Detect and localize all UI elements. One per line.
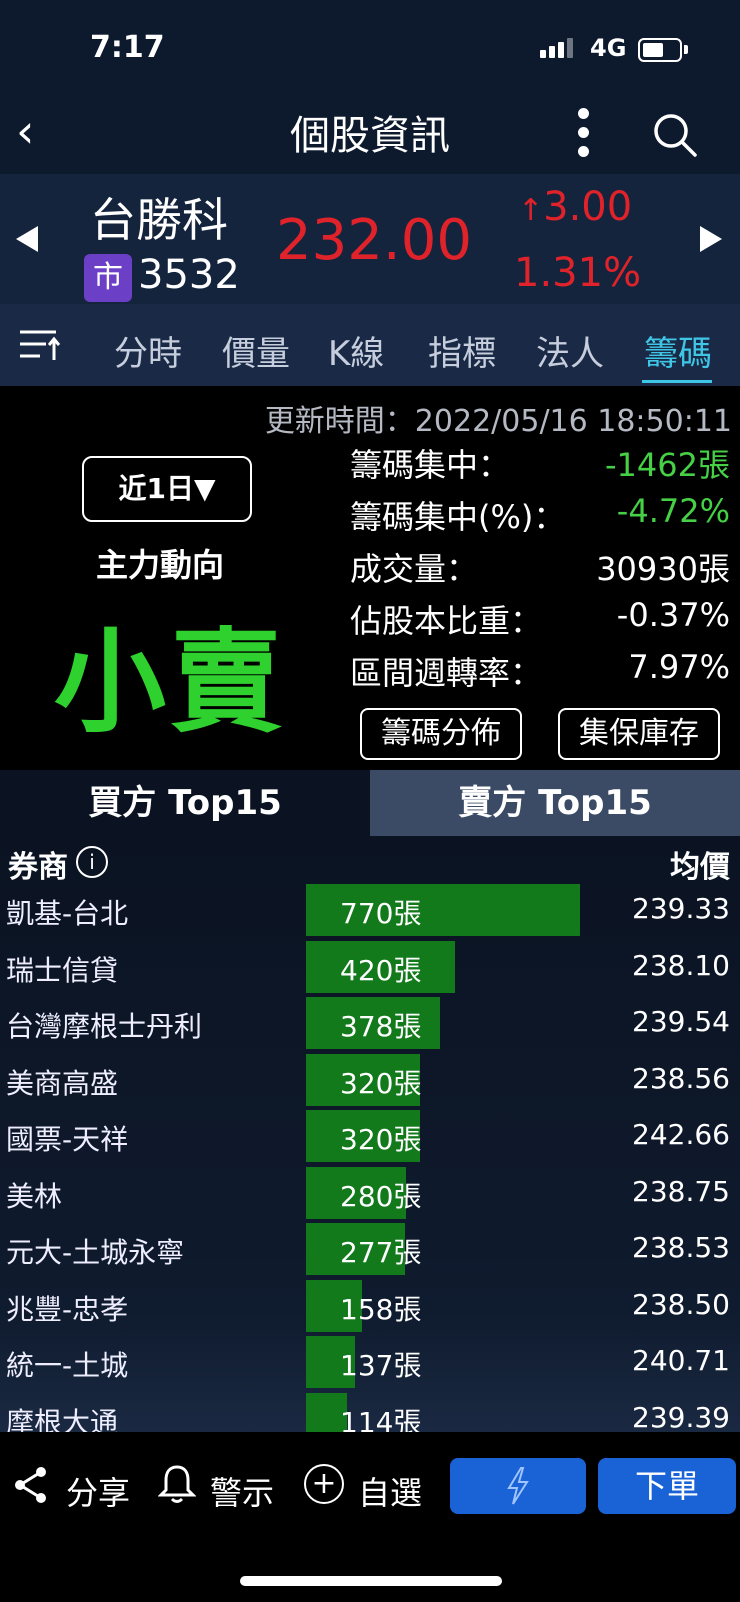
net-volume: 114張 (340, 1405, 422, 1433)
table-row[interactable]: 美商高盛 320張 238.56 (0, 1053, 740, 1110)
net-volume: 320張 (340, 1066, 422, 1100)
avg-price: 240.71 (632, 1344, 730, 1377)
table-row[interactable]: 兆豐-忠孝 158張 238.50 (0, 1279, 740, 1336)
add-watchlist-icon[interactable]: + (304, 1464, 344, 1504)
broker-name: 摩根大通 (6, 1405, 119, 1433)
broker-name: 兆豐-忠孝 (6, 1292, 129, 1326)
net-volume: 280張 (340, 1179, 422, 1213)
table-row[interactable]: 國票-天祥 320張 242.66 (0, 1110, 740, 1166)
avg-price: 242.66 (632, 1118, 730, 1151)
watchlist-label[interactable]: 自選 (358, 1468, 422, 1514)
net-volume: 158張 (340, 1292, 422, 1326)
share-label[interactable]: 分享 (66, 1468, 130, 1514)
table-row[interactable]: 美林 280張 238.75 (0, 1166, 740, 1223)
broker-name: 凱基-台北 (6, 897, 129, 930)
broker-name: 美林 (6, 1179, 63, 1213)
avg-price: 238.50 (632, 1287, 730, 1321)
broker-name: 元大-土城永寧 (6, 1236, 185, 1269)
broker-name: 瑞士信貸 (6, 953, 119, 987)
table-row[interactable]: 瑞士信貸 420張 238.10 (0, 940, 740, 997)
table-row[interactable]: 摩根大通 114張 239.39 (0, 1392, 740, 1433)
bell-icon[interactable] (157, 1464, 197, 1508)
net-volume: 137張 (340, 1349, 422, 1382)
broker-name: 美商高盛 (6, 1066, 119, 1100)
broker-name: 國票-天祥 (6, 1123, 129, 1156)
order-button[interactable]: 下單 (598, 1458, 736, 1514)
net-volume: 277張 (340, 1236, 422, 1269)
avg-price: 238.53 (632, 1231, 730, 1264)
alert-label[interactable]: 警示 (210, 1468, 274, 1514)
avg-price: 239.39 (632, 1400, 730, 1433)
avg-price: 238.75 (632, 1174, 730, 1208)
net-volume: 378張 (340, 1010, 422, 1043)
home-indicator (240, 1576, 502, 1586)
table-row[interactable]: 元大-土城永寧 277張 238.53 (0, 1223, 740, 1279)
share-icon[interactable] (14, 1466, 48, 1508)
quick-order-button[interactable] (450, 1458, 586, 1514)
net-volume: 320張 (340, 1123, 422, 1156)
avg-price: 239.33 (632, 892, 730, 925)
table-row[interactable]: 台灣摩根士丹利 378張 239.54 (0, 997, 740, 1053)
table-row[interactable]: 凱基-台北 770張 239.33 (0, 884, 740, 940)
table-row[interactable]: 統一-土城 137張 240.71 (0, 1336, 740, 1392)
net-volume: 770張 (340, 897, 422, 930)
broker-name: 統一-土城 (6, 1349, 129, 1382)
avg-price: 238.56 (632, 1061, 730, 1095)
lightning-icon (507, 1467, 529, 1505)
broker-name: 台灣摩根士丹利 (6, 1010, 203, 1043)
net-volume: 420張 (340, 953, 422, 987)
avg-price: 239.54 (632, 1005, 730, 1038)
avg-price: 238.10 (632, 948, 730, 982)
